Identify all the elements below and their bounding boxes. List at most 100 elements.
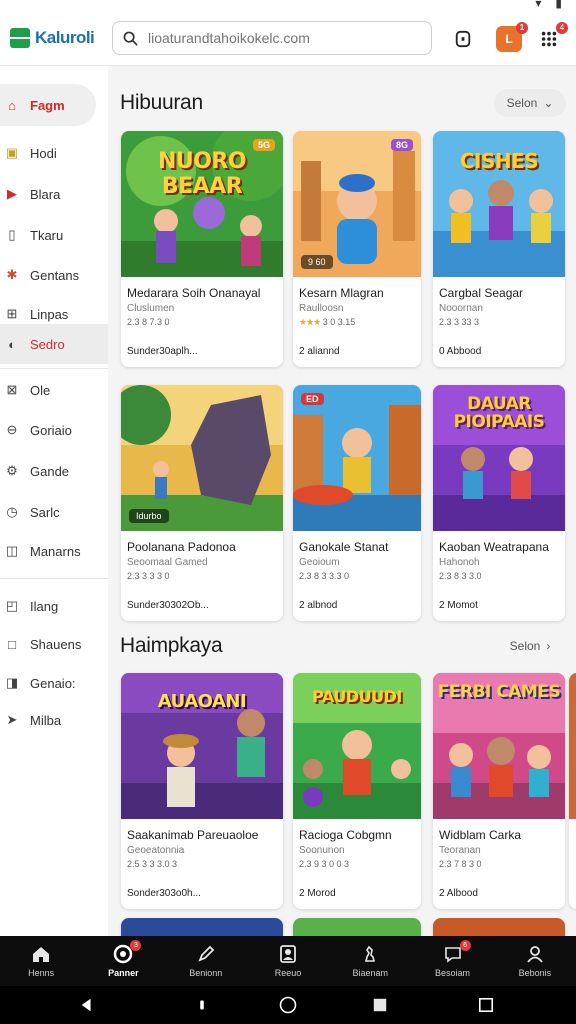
pill-icon bbox=[200, 1000, 204, 1010]
section-more-button[interactable]: Selon ⌄ bbox=[494, 89, 566, 117]
game-card[interactable]: FERBI CAMES Widblam Carka Teoranan 2.3 7… bbox=[433, 673, 565, 909]
dots-grid-icon bbox=[541, 31, 557, 47]
sidebar-item-2[interactable]: ▶ Blara bbox=[0, 176, 108, 212]
card-title: Kaoban Weatrapana bbox=[439, 540, 549, 554]
game-card[interactable]: CISHES Cargbal Seagar Nooornan 2.3 3 33 … bbox=[433, 131, 565, 367]
card-rating-value: 3 0 3.15 bbox=[322, 317, 356, 327]
notification-button[interactable] bbox=[450, 26, 476, 52]
section-more-label: Selon bbox=[509, 639, 541, 653]
search-input[interactable] bbox=[148, 30, 418, 46]
bottom-nav-chess[interactable]: Biaenam bbox=[329, 936, 411, 986]
sidebar-item-10[interactable]: ◷ Sarlc bbox=[0, 494, 108, 530]
game-card-peek[interactable] bbox=[293, 918, 421, 936]
bottom-nav-person[interactable]: Bebonis bbox=[494, 936, 576, 986]
sidebar-item-label: Goriaio bbox=[30, 422, 72, 438]
home-circle-button[interactable] bbox=[279, 996, 297, 1014]
bottom-nav-pen[interactable]: Benionn bbox=[165, 936, 247, 986]
section-more-label: Selon bbox=[506, 96, 538, 110]
logo-text: Kaluroli bbox=[35, 28, 95, 47]
card-tag: ED bbox=[301, 393, 324, 405]
game-card[interactable]: DAUAR PIOIPAAIS Kaoban Weatrapana Hahono… bbox=[433, 385, 565, 621]
target-icon: ⊠ bbox=[6, 382, 18, 397]
portrait-icon bbox=[280, 945, 296, 963]
sidebar-item-12[interactable]: ◰ Ilang bbox=[0, 588, 108, 624]
eye-icon: ◐ bbox=[8, 336, 16, 352]
sidebar-item-7[interactable]: ⊠ Ole bbox=[0, 372, 108, 408]
sidebar-item-4[interactable]: ✱ Gentans bbox=[0, 257, 108, 293]
game-thumbnail: CISHES bbox=[433, 131, 565, 277]
game-thumbnail: PAUDUUDI bbox=[293, 673, 421, 819]
game-card[interactable]: Idurbo Poolanana Padonoa Seoomaal Gamed … bbox=[121, 385, 283, 621]
sidebar-item-6[interactable]: ◐ Sedro bbox=[0, 324, 108, 364]
sidebar-item-13[interactable]: □ Shauens bbox=[0, 626, 108, 662]
status-bar: ▾ ▮ bbox=[0, 0, 576, 12]
switch-button[interactable] bbox=[477, 996, 495, 1014]
link-icon: ⊖ bbox=[6, 422, 18, 437]
bottom-nav-target[interactable]: 3 Panner bbox=[82, 936, 164, 986]
system-nav-bar bbox=[0, 986, 576, 1024]
bottom-nav-portrait[interactable]: Reeuo bbox=[247, 936, 329, 986]
sidebar: ⌂ Fagm ▣ Hodi ▶ Blara ▯ Tkaru ✱ Gentans … bbox=[0, 66, 108, 936]
top-bar: Kaluroli L 1 4 bbox=[0, 12, 576, 66]
chess-icon bbox=[365, 945, 376, 962]
game-card[interactable]: 8G 9 60 Kesarn Mlagran Raulloosn ★★★ 3 0… bbox=[293, 131, 421, 367]
profile-avatar-button[interactable]: L 1 bbox=[496, 22, 528, 52]
bottom-nav-chat[interactable]: 6 Besoiam bbox=[411, 936, 493, 986]
app-root: ▾ ▮ Kaluroli L 1 4 bbox=[0, 0, 576, 1024]
sidebar-item-label: Sarlc bbox=[30, 504, 60, 520]
sidebar-item-0[interactable]: ⌂ Fagm bbox=[0, 84, 96, 126]
game-card[interactable]: NUORO BEAAR 5G Medarara Soih Onanayal Cl… bbox=[121, 131, 283, 367]
sidebar-item-14[interactable]: ◨ Genaio: bbox=[0, 665, 108, 701]
sidebar-item-label: Sedro bbox=[30, 336, 65, 352]
game-card-partial[interactable] bbox=[569, 673, 576, 909]
card-tag: 8G bbox=[390, 139, 413, 151]
sidebar-item-label: Shauens bbox=[30, 636, 82, 652]
recent-pill-button[interactable] bbox=[193, 996, 211, 1014]
thumbnail-title: DAUAR PIOIPAAIS bbox=[453, 394, 545, 432]
card-title: Racioga Cobgmn bbox=[299, 828, 392, 842]
game-card[interactable]: AUAOANI Saakanimab Pareuaoloe Geoeatonni… bbox=[121, 673, 283, 909]
card-title: Cargbal Seagar bbox=[439, 286, 524, 300]
chart-icon: ◰ bbox=[5, 598, 19, 613]
game-thumbnail: Idurbo bbox=[121, 385, 283, 531]
card-rating: 2.3 9 3 0 0 3 bbox=[299, 859, 350, 869]
thumbnail-title: FERBI CAMES bbox=[437, 682, 561, 702]
app-logo[interactable]: Kaluroli bbox=[10, 28, 95, 48]
home-circle-icon bbox=[279, 996, 297, 1014]
sidebar-item-15[interactable]: ➤ Milba bbox=[0, 702, 108, 738]
game-card[interactable]: ED Ganokale Stanat Geoioum 2.3 8 3 3.3 0… bbox=[293, 385, 421, 621]
bottom-nav-home[interactable]: Henns bbox=[0, 936, 82, 986]
sidebar-item-3[interactable]: ▯ Tkaru bbox=[0, 217, 108, 253]
sidebar-item-label: Ilang bbox=[30, 598, 59, 614]
card-title: Saakanimab Pareuaoloe bbox=[127, 828, 259, 842]
card-title: Widblam Carka bbox=[439, 828, 522, 842]
sidebar-item-9[interactable]: ⚙ Gande bbox=[0, 453, 108, 489]
card-subtitle: Hahonoh bbox=[439, 557, 480, 568]
game-card-peek[interactable] bbox=[433, 918, 565, 936]
search-box[interactable] bbox=[112, 21, 432, 55]
menu-badge: 4 bbox=[556, 22, 568, 34]
game-thumbnail: NUORO BEAAR 5G bbox=[121, 131, 283, 277]
bottom-nav-label: Biaenam bbox=[352, 968, 389, 978]
card-rating: 2.3 7 8 3 0 bbox=[439, 859, 482, 869]
card-subtitle: Geoioum bbox=[299, 557, 340, 568]
game-card-peek[interactable] bbox=[121, 918, 283, 936]
sidebar-item-label: Tkaru bbox=[30, 227, 64, 243]
chevron-down-icon: ⌄ bbox=[543, 96, 554, 110]
play-icon: ▶ bbox=[7, 186, 17, 201]
sidebar-item-11[interactable]: ◫ Manarns bbox=[0, 533, 108, 569]
game-thumbnail: DAUAR PIOIPAAIS bbox=[433, 385, 565, 531]
back-button[interactable] bbox=[78, 996, 96, 1014]
overview-button[interactable] bbox=[371, 996, 389, 1014]
thumbnail-title: AUAOANI bbox=[157, 691, 247, 712]
sidebar-item-label: Gande bbox=[30, 463, 70, 479]
card-subtitle: Seoomaal Gamed bbox=[127, 557, 208, 568]
wifi-icon: ▾ bbox=[535, 0, 542, 10]
game-card[interactable]: PAUDUUDI Racioga Cobgmn Soonunon 2.3 9 3… bbox=[293, 673, 421, 909]
apps-menu-button[interactable]: 4 bbox=[536, 22, 568, 52]
sidebar-item-1[interactable]: ▣ Hodi bbox=[0, 135, 108, 171]
card-title: Medarara Soih Onanayal bbox=[127, 286, 261, 300]
card-subtitle: Soonunon bbox=[299, 845, 345, 856]
sidebar-item-8[interactable]: ⊖ Goriaio bbox=[0, 412, 108, 448]
section-more-button[interactable]: Selon › bbox=[494, 632, 566, 660]
